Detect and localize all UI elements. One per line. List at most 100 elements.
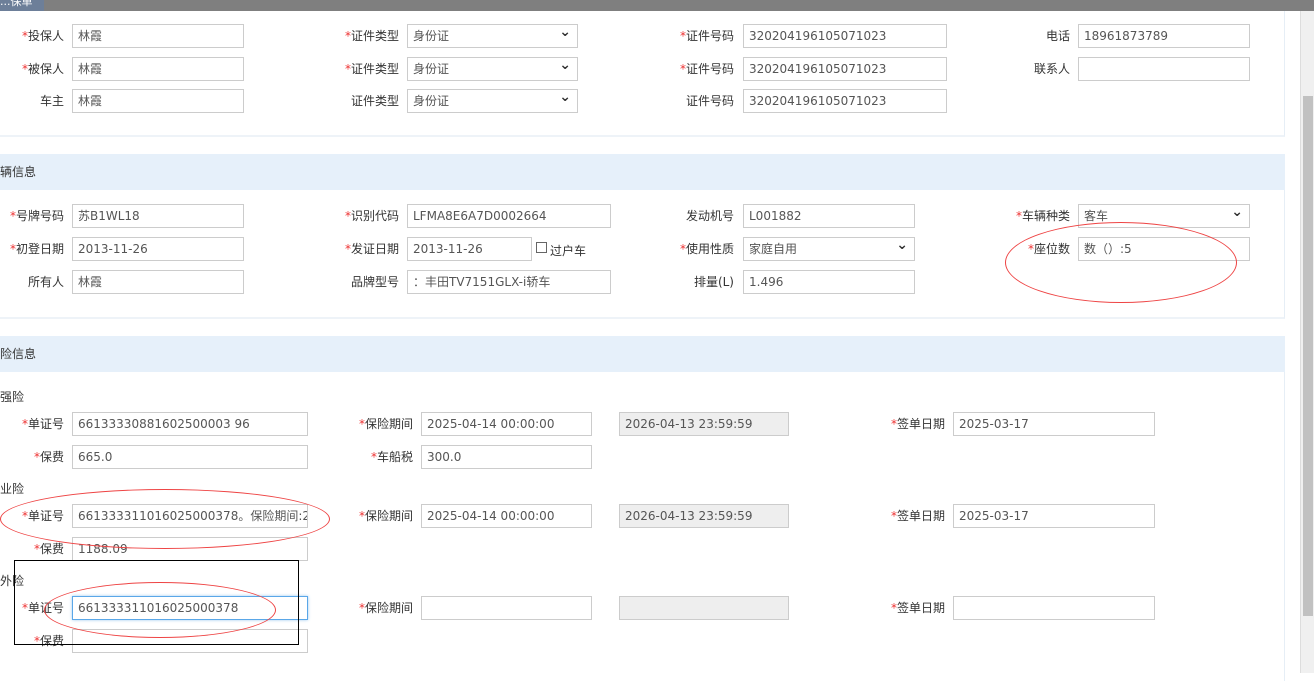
period-start-input[interactable]: 2025-04-14 00:00:00 [421, 504, 592, 528]
policy-no-input[interactable]: 66133330881602500003 96 [72, 412, 308, 436]
sign-date-label: *签单日期 [825, 412, 945, 436]
period-end-input: 2026-04-13 23:59:59 [619, 504, 789, 528]
vin-input[interactable]: LFMA8E6A7D0002664 [407, 204, 611, 228]
period-start-input[interactable]: 2025-04-14 00:00:00 [421, 412, 592, 436]
scrollbar[interactable] [1300, 11, 1314, 673]
use-input[interactable]: 家庭自用 [743, 237, 915, 261]
transfer-checkbox[interactable] [536, 242, 547, 253]
id-type-select[interactable]: 身份证 [407, 89, 578, 113]
premium-input[interactable] [72, 629, 308, 653]
id-number-label: *证件号码 [614, 57, 734, 81]
reg-label-text: 初登日期 [15, 242, 64, 256]
owner-input[interactable]: 林霞 [72, 270, 244, 294]
policy-no-label: *单证号 [0, 596, 64, 620]
premium-input[interactable]: 1188.09 [72, 537, 308, 561]
owner-label-text: 所有人 [27, 275, 64, 289]
name-input[interactable]: 林霞 [72, 89, 244, 113]
engine-input[interactable]: L001882 [743, 204, 915, 228]
use-label-text: 使用性质 [685, 242, 734, 256]
reg-input[interactable]: 2013-11-26 [72, 237, 244, 261]
person-label: *投保人 [0, 24, 64, 48]
id-type-label: *证件类型 [279, 24, 399, 48]
policy-no-label-text: 单证号 [27, 417, 64, 431]
contact-label-text: 联系人 [1033, 62, 1070, 76]
name-input[interactable]: 林霞 [72, 57, 244, 81]
id-type-select[interactable]: 身份证 [407, 24, 578, 48]
sign-date-label-text: 签单日期 [896, 509, 945, 523]
person-label-text: 投保人 [27, 29, 64, 43]
id-number-input[interactable]: 320204196105071023 [743, 57, 947, 81]
person-label: 车主 [0, 89, 64, 113]
contact-label-text: 电话 [1045, 29, 1070, 43]
issue-label-text: 发证日期 [350, 242, 399, 256]
owner-label: 所有人 [0, 270, 64, 294]
period-label: *保险期间 [293, 596, 413, 620]
model-label: 品牌型号 [279, 270, 399, 294]
disp-input[interactable]: 1.496 [743, 270, 915, 294]
contact-input[interactable]: 18961873789 [1078, 24, 1250, 48]
vehicle-tax-label: *车船税 [293, 445, 413, 469]
model-label-text: 品牌型号 [350, 275, 399, 289]
premium-label: *保费 [0, 537, 64, 561]
period-start-input[interactable] [421, 596, 592, 620]
id-number-label-text: 证件号码 [685, 29, 734, 43]
vehicle-tax-input[interactable]: 300.0 [421, 445, 592, 469]
scrollbar-thumb[interactable] [1303, 96, 1313, 616]
premium-label: *保费 [0, 629, 64, 653]
sign-date-label-text: 签单日期 [896, 601, 945, 615]
policy-no-label: *单证号 [0, 412, 64, 436]
group-title: 交强险 [0, 390, 25, 404]
issue-input[interactable]: 2013-11-26 [407, 237, 532, 261]
premium-label-text: 保费 [39, 634, 64, 648]
person-label-text: 车主 [39, 94, 64, 108]
sign-date-input[interactable] [953, 596, 1155, 620]
vehicle-tax-label-text: 车船税 [376, 450, 413, 464]
type-input[interactable]: 客车 [1078, 204, 1250, 228]
policy-no-input[interactable]: 661333311016025000378。保险期间:20 [72, 504, 308, 528]
engine-label-text: 发动机号 [685, 209, 734, 223]
premium-label-text: 保费 [39, 450, 64, 464]
id-type-label-text: 证件类型 [350, 62, 399, 76]
policy-no-input[interactable]: 661333311016025000378 [72, 596, 308, 620]
group-title: 意外险 [0, 574, 25, 588]
sign-date-input[interactable]: 2025-03-17 [953, 504, 1155, 528]
contact-label: 电话 [950, 24, 1070, 48]
vin-label: *识别代码 [279, 204, 399, 228]
seats-input[interactable]: 数（）:5 [1078, 237, 1250, 261]
premium-input[interactable]: 665.0 [72, 445, 308, 469]
premium-label: *保费 [0, 445, 64, 469]
reg-label: *初登日期 [0, 237, 64, 261]
sign-date-label: *签单日期 [825, 596, 945, 620]
vehicle-section-header: 辆信息 [0, 154, 1285, 190]
id-number-input[interactable]: 320204196105071023 [743, 24, 947, 48]
id-type-label: 证件类型 [279, 89, 399, 113]
id-number-input[interactable]: 320204196105071023 [743, 89, 947, 113]
period-end-input: 2026-04-13 23:59:59 [619, 412, 789, 436]
period-label-text: 保险期间 [364, 509, 413, 523]
id-number-label-text: 证件号码 [685, 62, 734, 76]
type-label-text: 车辆种类 [1021, 209, 1070, 223]
tab-policy[interactable]: ...保单 [0, 0, 44, 11]
id-type-label: *证件类型 [279, 57, 399, 81]
period-label: *保险期间 [293, 412, 413, 436]
policy-no-label-text: 单证号 [27, 601, 64, 615]
transfer-label: 过户车 [550, 244, 587, 258]
id-type-select[interactable]: 身份证 [407, 57, 578, 81]
policy-no-label-text: 单证号 [27, 509, 64, 523]
sign-date-input[interactable]: 2025-03-17 [953, 412, 1155, 436]
disp-label-text: 排量(L) [693, 275, 734, 289]
sign-date-label: *签单日期 [825, 504, 945, 528]
issue-label: *发证日期 [279, 237, 399, 261]
contact-input[interactable] [1078, 57, 1250, 81]
plate-input[interactable]: 苏B1WL18 [72, 204, 244, 228]
id-type-label-text: 证件类型 [350, 94, 399, 108]
period-label-text: 保险期间 [364, 417, 413, 431]
plate-label: *号牌号码 [0, 204, 64, 228]
id-number-label-text: 证件号码 [685, 94, 734, 108]
engine-label: 发动机号 [614, 204, 734, 228]
name-input[interactable]: 林霞 [72, 24, 244, 48]
period-label-text: 保险期间 [364, 601, 413, 615]
model-input[interactable]: ：丰田TV7151GLX-i轿车 [407, 270, 611, 294]
premium-label-text: 保费 [39, 542, 64, 556]
period-label: *保险期间 [293, 504, 413, 528]
